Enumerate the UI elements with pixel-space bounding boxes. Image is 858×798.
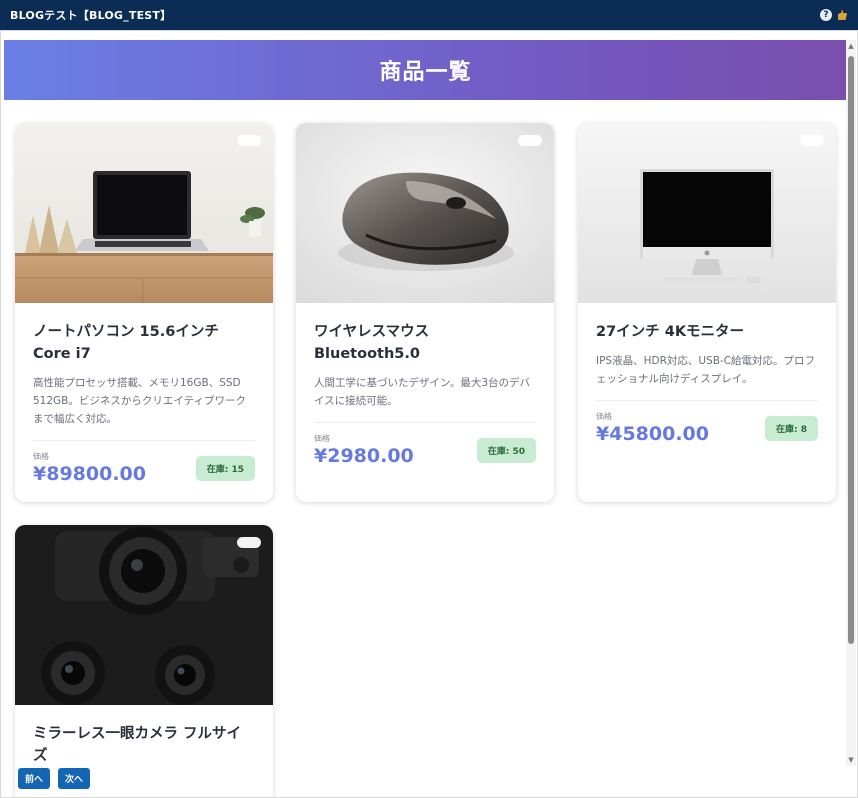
product-description: 高性能プロセッサ搭載、メモリ16GB、SSD 512GB。ビジネスからクリエイテ… <box>33 377 247 425</box>
hand-icon[interactable] <box>836 9 848 21</box>
product-card[interactable]: ワイヤレスマウス Bluetooth5.0 人間工学に基づいたデザイン。最大3台… <box>296 123 554 502</box>
product-price: ¥2980.00 <box>314 445 414 467</box>
vertical-scrollbar[interactable]: ▲ ▼ <box>846 40 856 766</box>
price-label: 価格 <box>314 434 330 443</box>
product-price: ¥45800.00 <box>596 423 709 445</box>
product-description: 人間工学に基づいたデザイン。最大3台のデバイスに接続可能。 <box>314 377 531 407</box>
product-description: IPS液晶、HDR対応、USB-C給電対応。プロフェッショナル向けディスプレイ。 <box>596 355 816 385</box>
product-name: 27インチ 4Kモニター <box>596 324 745 340</box>
content-frame: 商品一覧 ノートパソコン 15.6インチ Core i7 高性能プロセッサ搭載、… <box>0 30 858 798</box>
window-title: BLOGテスト【BLOG_TEST】 <box>10 9 172 22</box>
camera-photo <box>15 525 273 705</box>
product-price: ¥89800.00 <box>33 463 146 485</box>
title-bar: BLOGテスト【BLOG_TEST】 ? <box>0 0 858 30</box>
product-card[interactable]: 27インチ 4Kモニター IPS液晶、HDR対応、USB-C給電対応。プロフェッ… <box>578 123 836 502</box>
page-header: 商品一覧 <box>4 40 847 100</box>
product-name: ミラーレス一眼カメラ フルサイズ <box>33 726 242 764</box>
mouse-photo <box>296 123 554 303</box>
product-card[interactable]: ミラーレス一眼カメラ フルサイズ <box>15 525 273 797</box>
next-button[interactable]: 次へ <box>58 768 91 789</box>
prev-button[interactable]: 前へ <box>18 768 51 789</box>
favorite-toggle[interactable] <box>800 135 824 146</box>
scroll-thumb[interactable] <box>848 56 854 644</box>
laptop-photo <box>15 123 273 303</box>
page-title: 商品一覧 <box>379 60 472 85</box>
scroll-down-icon[interactable]: ▼ <box>847 756 855 764</box>
help-icon[interactable]: ? <box>820 9 832 21</box>
price-label: 価格 <box>33 452 49 461</box>
stock-badge: 在庫: 8 <box>765 416 818 441</box>
pagination: 前へ 次へ <box>18 768 91 789</box>
monitor-photo <box>578 123 836 303</box>
stock-badge: 在庫: 50 <box>476 438 536 463</box>
price-label: 価格 <box>596 412 612 421</box>
scroll-up-icon[interactable]: ▲ <box>847 42 855 50</box>
titlebar-icons: ? <box>820 9 848 21</box>
product-name: ノートパソコン 15.6インチ Core i7 <box>33 324 219 362</box>
favorite-toggle[interactable] <box>237 537 261 548</box>
product-card[interactable]: ノートパソコン 15.6インチ Core i7 高性能プロセッサ搭載、メモリ16… <box>15 123 273 502</box>
favorite-toggle[interactable] <box>518 135 542 146</box>
favorite-toggle[interactable] <box>237 135 261 146</box>
stock-badge: 在庫: 15 <box>195 456 255 481</box>
product-name: ワイヤレスマウス Bluetooth5.0 <box>314 324 430 362</box>
